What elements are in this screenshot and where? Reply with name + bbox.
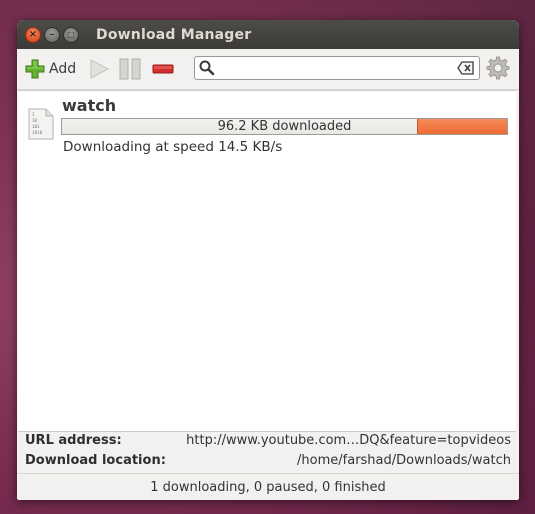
- status-bar: 1 downloading, 0 paused, 0 finished: [17, 473, 519, 500]
- file-icon-line-3: 101: [32, 124, 40, 129]
- gear-icon: [486, 56, 510, 80]
- window-title: Download Manager: [96, 26, 252, 43]
- remove-icon: [152, 64, 174, 74]
- plus-icon: [25, 59, 45, 79]
- download-manager-window: × – □ Download Manager Add 1 10 101 1010…: [17, 20, 519, 500]
- clear-search-icon[interactable]: [457, 61, 475, 75]
- url-value: http://www.youtube.com…DQ&feature=topvid…: [186, 433, 511, 448]
- location-value: /home/farshad/Downloads/watch: [297, 453, 511, 468]
- file-icon-line-4: 1010: [32, 130, 43, 135]
- url-label: URL address:: [25, 433, 122, 448]
- download-progress-bar: 96.2 KB downloaded: [61, 118, 508, 135]
- title-bar[interactable]: × – □ Download Manager: [17, 20, 519, 49]
- binary-file-icon: 1 10 101 1010: [28, 108, 54, 140]
- search-input[interactable]: [216, 58, 457, 78]
- play-icon: [90, 59, 110, 79]
- search-icon: [199, 60, 215, 76]
- pause-icon: [119, 58, 141, 80]
- pause-button[interactable]: [118, 54, 142, 84]
- resume-button[interactable]: [88, 54, 110, 84]
- status-bar-text: 1 downloading, 0 paused, 0 finished: [150, 480, 386, 495]
- download-item[interactable]: 1 10 101 1010 watch 96.2 KB downloaded D…: [18, 91, 516, 161]
- location-label: Download location:: [25, 453, 166, 468]
- add-button-label: Add: [49, 61, 77, 77]
- download-name: watch: [62, 96, 117, 115]
- download-details: URL address: http://www.youtube.com…DQ&f…: [25, 431, 511, 471]
- preferences-button[interactable]: [486, 56, 510, 84]
- search-box[interactable]: [194, 56, 480, 80]
- location-row: Download location: /home/farshad/Downloa…: [25, 451, 511, 471]
- url-row: URL address: http://www.youtube.com…DQ&f…: [25, 431, 511, 451]
- file-icon-line-2: 10: [32, 118, 38, 123]
- download-status: Downloading at speed 14.5 KB/s: [63, 139, 283, 155]
- maximize-icon: □: [67, 30, 75, 39]
- close-window-button[interactable]: ×: [25, 26, 41, 43]
- remove-button[interactable]: [152, 54, 174, 84]
- progress-text: 96.2 KB downloaded: [217, 119, 352, 134]
- downloads-list[interactable]: 1 10 101 1010 watch 96.2 KB downloaded D…: [18, 90, 516, 432]
- toolbar: Add: [17, 49, 519, 90]
- minimize-icon: –: [49, 29, 55, 40]
- close-icon: ×: [28, 29, 38, 40]
- add-button[interactable]: Add: [25, 54, 76, 84]
- minimize-window-button[interactable]: –: [44, 26, 60, 43]
- maximize-window-button[interactable]: □: [63, 26, 79, 43]
